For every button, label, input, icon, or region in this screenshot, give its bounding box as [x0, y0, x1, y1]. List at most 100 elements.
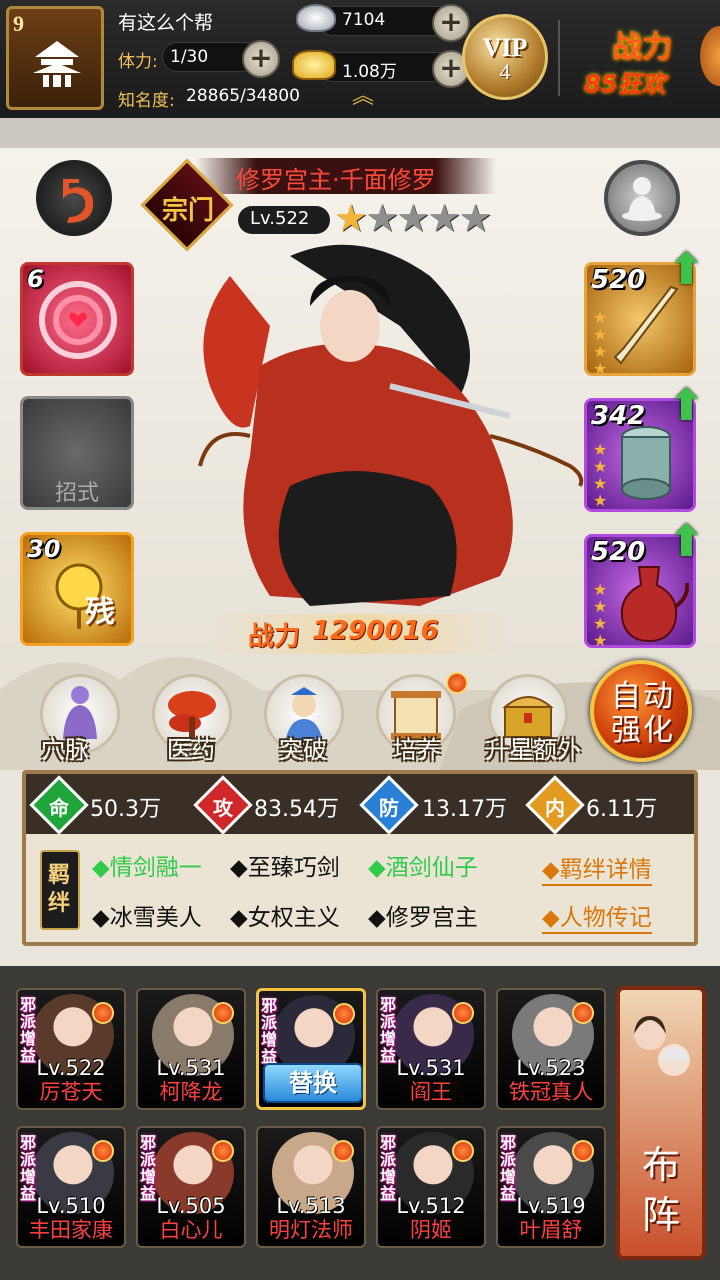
- wine-pot-icon: [620, 566, 689, 643]
- equipment-3-stars: ★ ★ ★ ★: [593, 580, 608, 650]
- menu-label-medicine: 医药: [167, 736, 215, 764]
- alert-dot: [212, 1002, 234, 1024]
- hero-star: ★: [458, 196, 492, 240]
- formation-label: 布阵: [641, 1143, 680, 1237]
- menu-label-breakthrough: 突破: [279, 736, 327, 764]
- roster-card[interactable]: Lv.513 明灯法师: [256, 1126, 366, 1248]
- bond-item-3: ◆酒剑仙子: [368, 855, 478, 881]
- roster-card[interactable]: 邪派增益 Lv.531 阎王: [376, 988, 486, 1110]
- attack-value: 83.54万: [254, 797, 339, 822]
- vip-badge[interactable]: VIP 4: [462, 14, 548, 100]
- defense-value: 13.17万: [422, 797, 507, 822]
- alert-dot: [92, 1140, 114, 1162]
- guild-emblem[interactable]: 9: [6, 6, 104, 110]
- sword-icon: [613, 285, 679, 365]
- hero-star: ★: [365, 196, 399, 240]
- bond-item-1: ◆情剑融一: [92, 855, 202, 881]
- roster-card[interactable]: 邪派增益 替换: [256, 988, 366, 1110]
- roster-card-name: 厉苍天: [39, 1080, 103, 1104]
- gold-ingot-icon: [292, 50, 336, 80]
- faction-buff-tag: 邪派增益: [500, 1133, 517, 1203]
- auto-strengthen-button[interactable]: 自动强化: [590, 660, 692, 762]
- roster-card-name: 丰田家康: [29, 1218, 113, 1242]
- attack-char: 攻: [213, 796, 233, 820]
- menu-label-star-upgrade: 升星额外: [485, 736, 581, 764]
- header-strip: [0, 118, 720, 148]
- hero-star: ★: [396, 196, 430, 240]
- equipment-1-level: 520: [591, 265, 646, 295]
- roster-card[interactable]: Lv.523 铁冠真人: [496, 988, 606, 1110]
- guild-name: 有这么个帮: [118, 12, 214, 34]
- meditate-button[interactable]: [604, 160, 680, 236]
- hero-star: ★: [334, 196, 368, 240]
- bond-item-5: ◆女权主义: [230, 905, 340, 931]
- biography-link[interactable]: ◆人物传记: [542, 898, 652, 934]
- silver-ingot-icon: [296, 4, 336, 32]
- gold-amount: 1.08万: [342, 62, 397, 82]
- power-value: 1290016: [312, 616, 439, 646]
- back-button[interactable]: [36, 160, 112, 236]
- alert-dot: [332, 1140, 354, 1162]
- roster-card-name: 白心儿: [159, 1218, 223, 1242]
- roster-card[interactable]: 邪派增益 Lv.510 丰田家康: [16, 1126, 126, 1248]
- fame-value: 28865/34800: [186, 86, 300, 106]
- faction-buff-tag: 邪派增益: [380, 1133, 397, 1203]
- inner-char: 内: [545, 796, 565, 820]
- combat-event-sub: 85狂欢: [584, 70, 666, 98]
- fame-label: 知名度:: [118, 91, 175, 111]
- combat-event-banner[interactable]: 战力 85狂欢: [566, 6, 720, 110]
- replace-button[interactable]: 替换: [263, 1063, 363, 1103]
- skill-slot-3-count: 30: [27, 535, 61, 563]
- auto-strengthen-label: 自动强化: [611, 679, 675, 748]
- roster-card[interactable]: Lv.531 柯降龙: [136, 988, 246, 1110]
- skill-slot-2[interactable]: 招式: [20, 396, 134, 510]
- faction-buff-tag: 邪派增益: [380, 995, 397, 1065]
- roster-card[interactable]: 邪派增益 Lv.519 叶眉舒: [496, 1126, 606, 1248]
- alert-dot: [212, 1140, 234, 1162]
- hp-char: 命: [49, 796, 69, 820]
- hero-stars: ★★★★★: [334, 196, 492, 240]
- alert-dot: [452, 1002, 474, 1024]
- swirl-heart-icon: [39, 281, 117, 359]
- roster-card-name: 阴姬: [410, 1218, 452, 1242]
- upgrade-arrow-icon[interactable]: ⬆: [668, 380, 705, 431]
- skill-slot-1[interactable]: 6: [20, 262, 134, 376]
- guild-level: 9: [13, 11, 24, 36]
- upgrade-arrow-icon[interactable]: ⬆: [668, 244, 705, 295]
- roster-card[interactable]: 邪派增益 Lv.512 阴姬: [376, 1126, 486, 1248]
- meditation-figure-icon: [622, 177, 662, 221]
- divider: [558, 20, 560, 96]
- roster-card[interactable]: 邪派增益 Lv.505 白心儿: [136, 1126, 246, 1248]
- bond-item-4: ◆冰雪美人: [92, 905, 202, 931]
- menu-label-acupoint: 穴脉: [41, 736, 89, 764]
- formation-button[interactable]: 布阵: [616, 986, 706, 1260]
- equipment-1-stars: ★ ★ ★ ★: [593, 308, 608, 378]
- bond-details-link[interactable]: ◆羁绊详情: [542, 850, 652, 886]
- equipment-2-level: 342: [591, 401, 646, 431]
- expand-chevron-icon[interactable]: ︽: [352, 86, 374, 108]
- bracer-icon: [621, 426, 671, 500]
- hero-portrait: [198, 244, 584, 606]
- bond-badge: 羁绊: [40, 850, 80, 930]
- roster-card-name: 柯降龙: [159, 1080, 223, 1104]
- faction-buff-tag: 邪派增益: [140, 1133, 157, 1203]
- bond-item-2: ◆至臻巧剑: [230, 855, 340, 881]
- vip-level: 4: [499, 59, 511, 84]
- alert-dot: [333, 1003, 355, 1025]
- cultivate-alert-dot: [446, 672, 468, 694]
- defense-char: 防: [379, 796, 399, 820]
- formation-portraits-icon: [634, 1016, 690, 1076]
- skill-slot-3-label: 残: [85, 595, 115, 630]
- faction-buff-tag: 邪派增益: [261, 996, 278, 1066]
- combat-event-title: 战力: [612, 30, 672, 65]
- add-stamina-button[interactable]: +: [242, 40, 280, 78]
- hero-level: Lv.522: [250, 208, 310, 229]
- roster-card[interactable]: 邪派增益 Lv.522 厉苍天: [16, 988, 126, 1110]
- bond-badge-label: 羁绊: [48, 863, 71, 916]
- hp-value: 50.3万: [90, 797, 161, 822]
- upgrade-arrow-icon[interactable]: ⬆: [668, 516, 705, 567]
- skill-slot-3[interactable]: 30 残: [20, 532, 134, 646]
- menu-label-cultivate: 培养: [393, 736, 441, 764]
- faction-buff-tag: 邪派增益: [20, 995, 37, 1065]
- faction-tag: 宗门: [161, 196, 214, 225]
